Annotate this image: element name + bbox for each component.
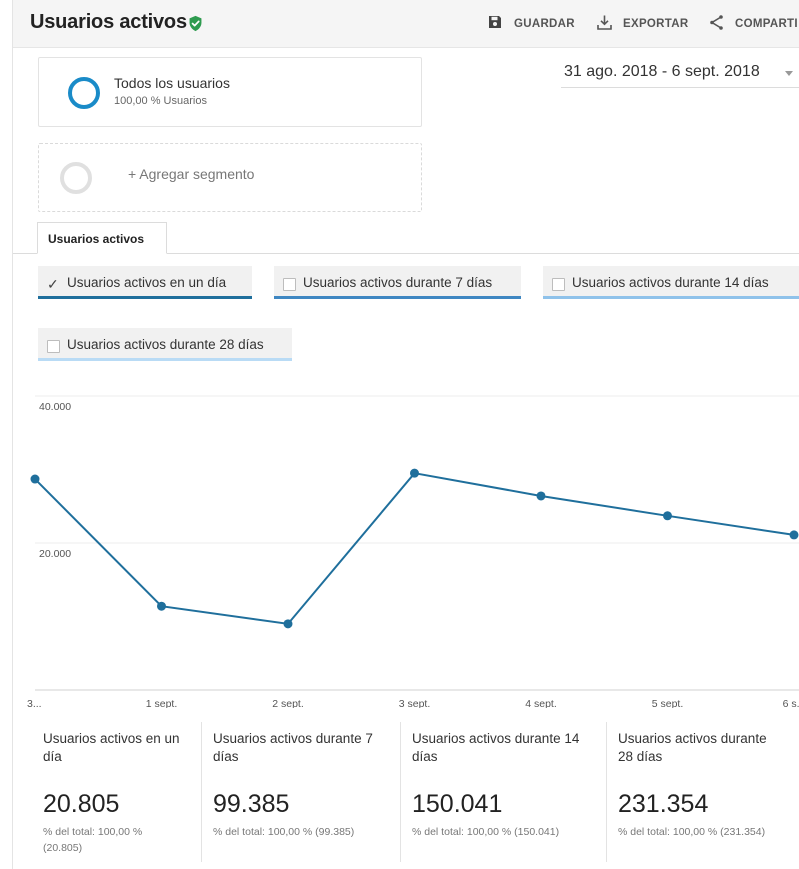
segment-name: Todos los usuarios: [114, 75, 230, 91]
add-segment-button[interactable]: + Agregar segmento: [38, 143, 422, 212]
checkbox[interactable]: [283, 278, 296, 291]
report-page: Usuarios activos GUARDAR EXPORTAR COMPAR…: [12, 0, 799, 869]
metric-chip-14-days[interactable]: Usuarios activos durante 14 días: [543, 266, 799, 299]
x-tick-label: 4 sept.: [525, 698, 557, 708]
share-label: COMPARTI: [735, 18, 798, 30]
scorecard-percent: % del total: 100,00 % (231.354): [618, 826, 766, 838]
metric-color-bar: [543, 296, 799, 299]
x-tick-label: 1 sept.: [146, 698, 178, 708]
x-tick-label: 3...: [27, 698, 42, 708]
data-point: [283, 619, 293, 629]
checkbox[interactable]: [552, 278, 565, 291]
tab-label: Usuarios activos: [48, 232, 145, 246]
data-point: [789, 530, 799, 540]
scorecard-percent: % del total: 100,00 % (20.805): [43, 826, 143, 854]
x-tick-label: 3 sept.: [399, 698, 431, 708]
scorecard-7-days: Usuarios activos durante 7 días 99.385 %…: [201, 722, 400, 862]
share-nodes-icon: [710, 15, 723, 30]
scorecard-14-days: Usuarios activos durante 14 días 150.041…: [400, 722, 606, 862]
scorecard-name: Usuarios activos durante 28 días: [618, 731, 767, 764]
date-range-text: 31 ago. 2018 - 6 sept. 2018: [564, 63, 760, 80]
scorecard-1-day: Usuarios activos en un día 20.805 % del …: [32, 722, 202, 862]
metric-chip-7-days[interactable]: Usuarios activos durante 7 días: [274, 266, 521, 299]
metric-color-bar: [274, 296, 521, 299]
checkbox[interactable]: [47, 340, 60, 353]
download-tray-icon: [597, 15, 612, 30]
series-line: [34, 472, 795, 625]
check-shield-icon: [189, 15, 202, 32]
x-tick-label: 5 sept.: [652, 698, 684, 708]
scorecard-name: Usuarios activos durante 7 días: [213, 731, 373, 764]
scorecard-value: 99.385: [213, 790, 290, 818]
tab-usuarios-activos[interactable]: Usuarios activos: [37, 222, 167, 254]
line-chart: 40.000 20.000 3... 1 sept. 2 sept. 3 sept. 4 s…: [13, 378, 799, 708]
data-point: [157, 601, 166, 611]
metric-chip-label: Usuarios activos durante 7 días: [303, 275, 493, 290]
metric-chip-28-days[interactable]: Usuarios activos durante 28 días: [38, 328, 292, 361]
data-point: [663, 511, 672, 521]
date-range-picker[interactable]: 31 ago. 2018 - 6 sept. 2018: [561, 58, 799, 88]
segment-card[interactable]: Todos los usuarios 100,00 % Usuarios: [38, 57, 422, 127]
caret-down-icon: [785, 71, 793, 76]
floppy-disk-icon: [489, 16, 501, 28]
metric-color-bar: [38, 296, 252, 299]
scorecard-value: 20.805: [43, 790, 120, 818]
scorecard-name: Usuarios activos en un día: [43, 731, 180, 764]
metric-chip-label: Usuarios activos durante 14 días: [572, 275, 769, 290]
data-point: [536, 491, 546, 501]
add-segment-label: + Agregar segmento: [128, 166, 255, 182]
metric-color-bar: [38, 358, 292, 361]
save-label: GUARDAR: [514, 18, 575, 30]
export-label: EXPORTAR: [623, 18, 689, 30]
metric-chip-1-day[interactable]: ✓ Usuarios activos en un día: [38, 266, 252, 299]
metric-chip-label: Usuarios activos durante 28 días: [67, 337, 264, 352]
page-title: Usuarios activos: [30, 11, 187, 33]
chart-svg: 40.000 20.000 3... 1 sept. 2 sept. 3 sept. 4 s…: [27, 395, 799, 708]
data-point: [30, 474, 40, 484]
scorecard-value: 150.041: [412, 790, 503, 818]
scorecard-percent: % del total: 100,00 % (150.041): [412, 826, 560, 838]
x-tick-label: 2 sept.: [272, 698, 304, 708]
x-tick-label: 6 s...: [783, 698, 799, 708]
segment-subtitle: 100,00 % Usuarios: [114, 95, 207, 107]
empty-segment-ring-icon: [60, 162, 92, 194]
metric-chip-label: Usuarios activos en un día: [67, 275, 227, 290]
checkmark-icon: ✓: [47, 276, 59, 292]
scorecards: Usuarios activos en un día 20.805 % del …: [13, 722, 799, 862]
data-point: [410, 468, 419, 478]
scorecard-value: 231.354: [618, 790, 709, 818]
y-tick-label: 20.000: [39, 548, 71, 560]
y-tick-label: 40.000: [39, 401, 71, 413]
report-header: Usuarios activos GUARDAR EXPORTAR COMPAR…: [13, 0, 799, 48]
scorecard-28-days: Usuarios activos durante 28 días 231.354…: [606, 722, 799, 862]
segment-ring-icon: [68, 77, 100, 109]
scorecard-percent: % del total: 100,00 % (99.385): [213, 826, 355, 838]
scorecard-name: Usuarios activos durante 14 días: [412, 731, 580, 764]
